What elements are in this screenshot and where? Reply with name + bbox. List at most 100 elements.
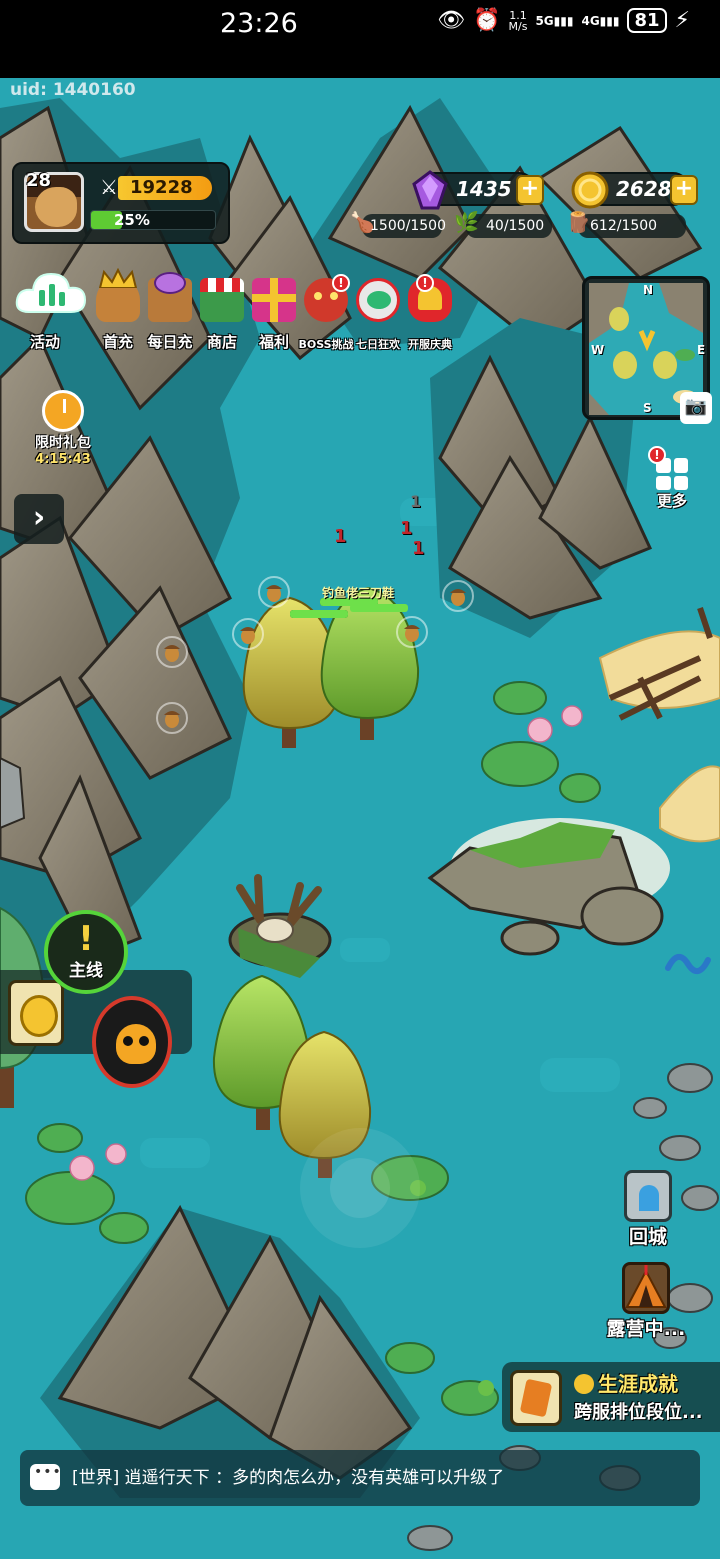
notification-dot: ! — [332, 274, 350, 292]
carnival-icon — [356, 278, 400, 322]
event-daily-recharge[interactable]: 每日充 — [144, 266, 196, 356]
unit-name-label: 钓鱼佬三刀鞋 — [322, 586, 395, 600]
exclamation-icon: ! — [78, 919, 94, 959]
gift-icon — [252, 278, 296, 322]
stopwatch-icon — [42, 390, 84, 432]
player-info-panel[interactable]: 28 ⚔ 19228 25% — [12, 162, 230, 244]
event-activity[interactable]: 活动 — [10, 266, 92, 356]
chat-bubble-icon — [30, 1464, 62, 1490]
stone-statue — [0, 756, 26, 830]
main-quest-button[interactable]: ! 主线 — [44, 910, 128, 994]
event-label: 首充 — [102, 333, 133, 351]
event-icon-bar: 活动 首充 每日充 商店 福利 ! BOSS挑战 七日狂欢 ! 开服庆典 — [10, 266, 456, 356]
medal-icon — [574, 1374, 594, 1394]
boss-battle-button[interactable] — [92, 996, 172, 1088]
event-label: 七日狂欢 — [356, 338, 400, 351]
exp-bar — [90, 210, 216, 230]
event-shop[interactable]: 商店 — [196, 266, 248, 356]
event-server-celebration[interactable]: ! 开服庆典 — [404, 266, 456, 356]
event-label: 活动 — [30, 333, 61, 351]
event-label: 商店 — [206, 333, 237, 351]
signal-5g: 5G▮▮▮ — [535, 13, 574, 28]
portal-icon — [624, 1170, 672, 1222]
crossed-swords-icon: ⚔ — [100, 175, 118, 199]
achievement-title: 生涯成就 — [574, 1368, 678, 1397]
compass-north: N — [643, 283, 654, 297]
expand-sidebar-button[interactable]: › — [14, 494, 64, 544]
chat-message: [世界] 逍遥行天下 ：多的肉怎么办，没有英雄可以升级了 — [72, 1450, 504, 1506]
net-speed-unit: M/s — [508, 19, 528, 33]
gem-cart-icon — [148, 272, 192, 322]
event-boss-challenge[interactable]: ! BOSS挑战 — [298, 266, 354, 356]
world-chat-bar[interactable]: [世界] 逍遥行天下 ：多的肉怎么办，没有英雄可以升级了 — [20, 1450, 700, 1506]
limited-time-pack[interactable]: 限时礼包 4:15:43 — [28, 390, 98, 480]
chat-channel: [世界] — [72, 1468, 120, 1488]
game-viewport[interactable]: 1 1 1 1 钓鱼佬三刀鞋 uid: 1440160 28 ⚔ 19228 2… — [0, 78, 720, 1559]
damage-number: 1 — [400, 518, 413, 539]
meat-value: 1500/1500 — [370, 218, 446, 234]
combat-power-value: 19228 — [130, 177, 193, 198]
exp-percent: 25% — [114, 211, 150, 229]
chat-content: 逍遥行天下 ：多的肉怎么办，没有英雄可以升级了 — [119, 1468, 505, 1488]
return-city-button[interactable]: 回城 — [608, 1170, 688, 1249]
system-status-bar: 23:26 👁 ⏰ 1.1 M/s 5G▮▮▮ 4G▮▮▮ 81 ⚡ — [0, 0, 720, 78]
add-gems-button[interactable]: + — [516, 175, 544, 205]
compass-south: S — [643, 401, 652, 415]
main-quest-label: 主线 — [69, 961, 103, 981]
career-achievement-banner[interactable]: 生涯成就 跨服排位段位... — [502, 1362, 720, 1432]
alarm-icon: ⏰ — [473, 8, 501, 33]
event-label: 每日充 — [147, 333, 193, 351]
gold-value: 2628 — [616, 177, 672, 201]
player-uid: uid: 1440160 — [10, 80, 136, 100]
camp-button[interactable]: 露营中... — [606, 1262, 686, 1341]
meat-resource: 🍗 1500/1500 — [350, 210, 446, 238]
status-icons: 👁 ⏰ 1.1 M/s 5G▮▮▮ 4G▮▮▮ 81 ⚡ — [437, 8, 690, 33]
notification-dot: ! — [648, 446, 666, 464]
wood-value: 612/1500 — [590, 218, 658, 234]
camera-icon[interactable]: 📷 — [680, 392, 712, 424]
camp-status-label: 露营中... — [606, 1318, 686, 1340]
event-first-recharge[interactable]: 首充 — [92, 266, 144, 356]
add-gold-button[interactable]: + — [670, 175, 698, 205]
gold-coin-icon — [571, 171, 609, 209]
battery-indicator: 81 — [627, 8, 667, 33]
damage-number: 1 — [410, 492, 422, 511]
gem-counter: 1435 + — [412, 170, 544, 210]
return-city-label: 回城 — [628, 1226, 667, 1248]
event-label: BOSS挑战 — [298, 338, 354, 351]
skull-icon — [116, 1024, 156, 1064]
event-seven-day[interactable]: 七日狂欢 — [352, 266, 404, 356]
wood-resource: 🪵 612/1500 — [566, 210, 686, 238]
herb-value: 40/1500 — [486, 218, 545, 234]
herb-icon: 🌿 — [454, 210, 479, 234]
damage-number: 1 — [334, 526, 347, 547]
limited-pack-label: 限时礼包 — [35, 435, 91, 451]
charging-icon: ⚡ — [674, 8, 690, 33]
achievement-subtitle: 跨服排位段位... — [574, 1402, 703, 1423]
network-speed: 1.1 M/s — [509, 10, 528, 32]
event-welfare[interactable]: 福利 — [248, 266, 300, 356]
frog — [478, 1380, 494, 1396]
herb-resource: 🌿 40/1500 — [454, 210, 552, 238]
wood-icon: 🪵 — [566, 210, 591, 234]
king-icon — [96, 268, 140, 322]
cloud-activity-icon — [15, 266, 87, 318]
achievement-badge-icon — [510, 1370, 562, 1426]
coin-reward-card[interactable] — [8, 980, 64, 1046]
more-menu-button[interactable]: ! 更多 — [648, 446, 696, 516]
player-level: 28 — [26, 170, 52, 191]
signal-4g: 4G▮▮▮ — [581, 13, 620, 28]
limited-pack-timer: 4:15:43 — [35, 452, 91, 467]
gold-counter: 2628 + — [571, 171, 698, 209]
more-label: 更多 — [656, 492, 687, 510]
gem-icon — [412, 170, 448, 210]
shop-icon — [200, 278, 244, 322]
gem-value: 1435 — [456, 177, 512, 201]
notification-dot: ! — [416, 274, 434, 292]
clock: 23:26 — [220, 8, 298, 39]
compass-west: W — [591, 343, 605, 357]
eye-icon: 👁 — [437, 8, 466, 33]
tent-icon — [622, 1262, 670, 1314]
damage-number: 1 — [412, 538, 425, 559]
event-label: 福利 — [258, 333, 289, 351]
